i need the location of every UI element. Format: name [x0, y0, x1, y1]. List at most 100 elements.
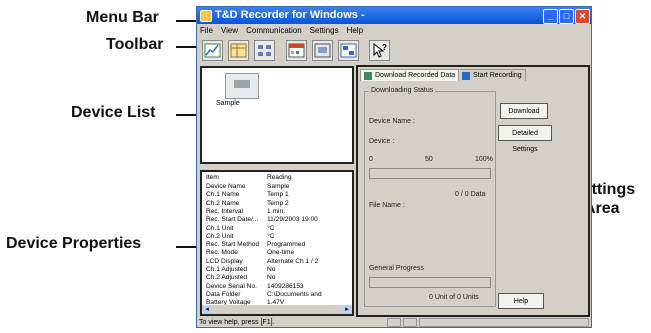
callout-device-properties: Device Properties [6, 235, 142, 252]
property-key: Ch.1 Name [206, 191, 240, 199]
menu-help[interactable]: Help [347, 26, 363, 35]
property-key: Device Serial No. [206, 282, 257, 290]
property-key: Ch.2 Unit [206, 232, 234, 240]
download-progress-bar [369, 168, 491, 179]
settings-area: Download Recorded Data Start Recording D… [356, 65, 590, 317]
scale-max: 100% [475, 156, 493, 163]
device-label: Device : [369, 138, 395, 145]
property-key: Rec. Mode [206, 249, 238, 257]
toolbar-list-button[interactable] [254, 40, 275, 61]
graph-icon [204, 43, 221, 58]
device-list: Sample [200, 66, 354, 164]
property-row[interactable]: Ch.2 Adjusted No [206, 274, 352, 282]
callout-menu-bar: Menu Bar [86, 9, 159, 26]
calendar-icon [288, 43, 305, 58]
property-row[interactable]: Rec. Interval 1 min. [206, 208, 352, 216]
general-progress-bar [369, 277, 491, 288]
callout-line-toolbar [176, 46, 198, 48]
detailed-settings-button[interactable]: Detailed Settings [498, 125, 552, 153]
data-count: 0 / 0 Data [455, 191, 486, 198]
status-pane-2 [403, 318, 417, 327]
property-row[interactable]: Ch.1 Adjusted No [206, 266, 352, 274]
download-tab-icon [364, 72, 372, 80]
property-value: °C [267, 232, 275, 240]
list-icon [258, 45, 271, 56]
data-logger-icon [225, 73, 259, 99]
downloading-status-group: Downloading Status Device Name : Device … [364, 87, 496, 307]
property-row[interactable]: Device Name Sample [206, 183, 352, 191]
callout-device-list: Device List [71, 104, 156, 121]
property-value: Temp 2 [267, 199, 289, 207]
maximize-button[interactable]: □ [559, 9, 574, 24]
property-value: Alternate Ch 1 / 2 [267, 257, 319, 265]
menu-file[interactable]: File [200, 26, 213, 35]
help-cursor-icon: ? [373, 42, 387, 58]
property-value: Sample [267, 183, 290, 190]
title-bar[interactable]: T&D Recorder for Windows - _ □ ✕ [197, 7, 591, 24]
property-key: Ch.2 Adjusted [206, 274, 248, 282]
property-row[interactable]: Rec. Mode One-time [206, 249, 352, 257]
toolbar-help-button[interactable]: ? [369, 40, 390, 61]
tab-download-recorded-data[interactable]: Download Recorded Data [360, 69, 460, 81]
callout-toolbar: Toolbar [106, 36, 164, 53]
minimize-button[interactable]: _ [543, 9, 558, 24]
scale-mid: 50 [425, 156, 433, 163]
property-row[interactable]: Device Serial No. 1409286153 [206, 282, 352, 291]
property-key: Ch.2 Name [206, 199, 240, 207]
device-properties: Item Reading Device Name Sample Ch.1 Name T… [200, 170, 354, 316]
download-icon [314, 43, 331, 58]
toolbar-download-button[interactable] [312, 40, 333, 61]
property-key: LCD Display [206, 257, 243, 265]
device-name-label: Device Name : [369, 118, 415, 125]
properties-header-item: Item [206, 174, 219, 181]
toolbar-grid-button[interactable] [338, 40, 359, 61]
toolbar: ? [199, 38, 394, 63]
scroll-right-icon[interactable]: ▸ [342, 305, 352, 314]
grid-icon [340, 43, 357, 58]
scale-min: 0 [369, 156, 373, 163]
property-key: Ch.1 Adjusted [206, 266, 248, 273]
property-key: Device Name [206, 183, 246, 190]
property-value: °C [267, 224, 275, 232]
tab-start-label: Start Recording [473, 72, 522, 79]
property-row[interactable]: LCD Display Alternate Ch 1 / 2 [206, 257, 352, 266]
status-pane-3 [419, 318, 589, 327]
property-row[interactable]: Ch.1 Name Temp 1 [206, 191, 352, 199]
menu-view[interactable]: View [221, 26, 238, 35]
toolbar-table-button[interactable] [228, 40, 249, 61]
toolbar-calendar-button[interactable] [286, 40, 307, 61]
property-key: Data Folder [206, 290, 241, 298]
app-icon [200, 10, 212, 22]
property-value: 1409286153 [267, 282, 304, 290]
property-key: Ch.1 Unit [206, 224, 234, 232]
menu-communication[interactable]: Communication [246, 26, 302, 35]
units-count: 0 Unit of 0 Units [429, 294, 479, 301]
tab-download-label: Download Recorded Data [375, 72, 456, 79]
menu-settings[interactable]: Settings [310, 26, 339, 35]
help-button[interactable]: Help [498, 293, 544, 309]
recording-tab-icon [462, 72, 470, 80]
property-value: No [267, 266, 276, 273]
property-row[interactable]: Ch.2 Name Temp 2 [206, 199, 352, 208]
properties-header-reading: Reading [267, 174, 292, 181]
property-row[interactable]: Ch.2 Unit °C [206, 232, 352, 241]
properties-header: Item Reading [206, 174, 352, 182]
property-row[interactable]: Rec. Start Method Programmed [206, 241, 352, 249]
scroll-left-icon[interactable]: ◂ [202, 305, 212, 314]
close-button[interactable]: ✕ [575, 9, 590, 24]
property-row[interactable]: Ch.1 Unit °C [206, 224, 352, 233]
toolbar-graph-button[interactable] [202, 40, 223, 61]
download-button[interactable]: Download [500, 103, 548, 119]
menu-bar: File View Communication Settings Help [197, 24, 591, 37]
tab-start-recording[interactable]: Start Recording [458, 69, 526, 81]
property-key: Rec. Start Date/... [206, 216, 259, 224]
svg-text:?: ? [382, 43, 387, 52]
property-row[interactable]: Rec. Start Date/... 11/29/2003 19:00 [206, 216, 352, 224]
property-row[interactable]: Data Folder C:\Documents and [206, 290, 352, 299]
callout-line-menu-bar [176, 20, 198, 22]
property-value: Temp 1 [267, 191, 289, 199]
horizontal-scrollbar[interactable]: ◂ ▸ [202, 305, 352, 314]
window-title: T&D Recorder for Windows - [215, 9, 365, 21]
app-window: T&D Recorder for Windows - _ □ ✕ File Vie… [196, 6, 592, 328]
property-key: Rec. Start Method [206, 241, 260, 249]
